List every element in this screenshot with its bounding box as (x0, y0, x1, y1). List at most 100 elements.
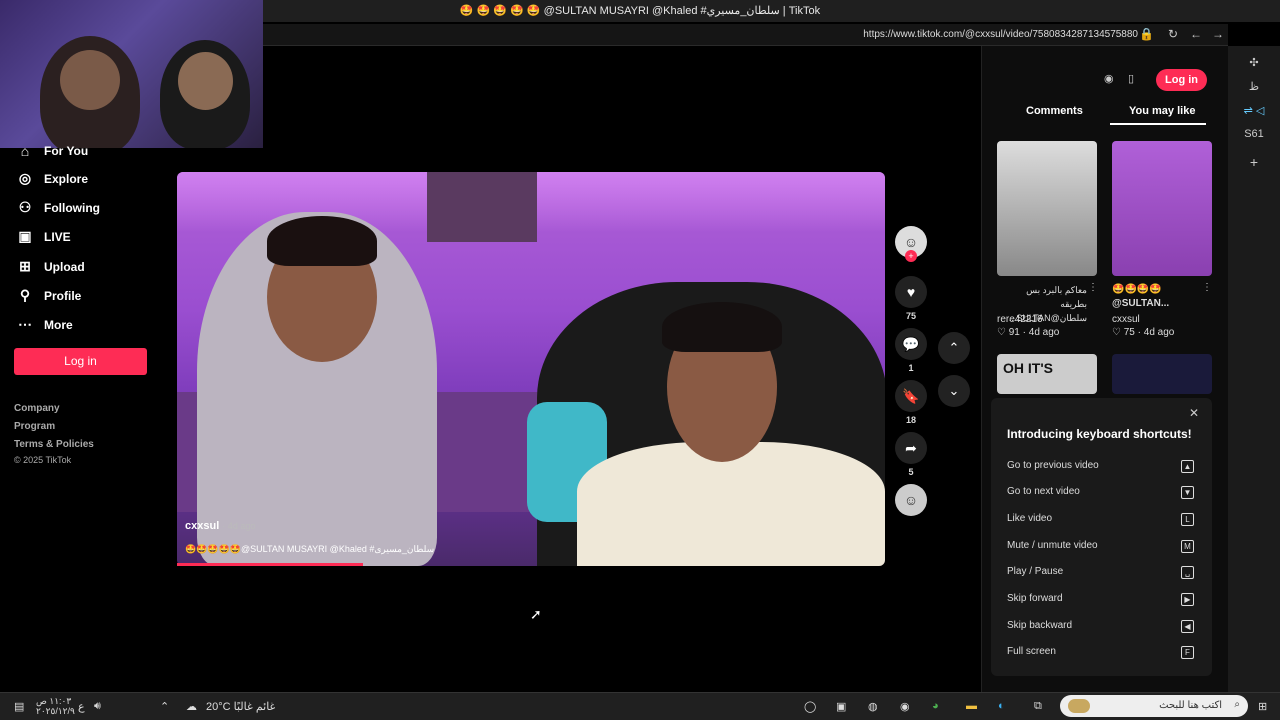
like-count: 75 (905, 311, 916, 321)
wall-shelf (427, 172, 537, 242)
more-dots-icon: ⋯ (18, 316, 32, 332)
language-indicator[interactable]: ع (78, 700, 85, 713)
nav-item-explore[interactable]: ◎ Explore (16, 170, 88, 187)
notification-icon[interactable]: ▤ (14, 700, 24, 713)
taskbar-search[interactable]: اكتب هنا للبحث ⌕ (1060, 695, 1248, 717)
share-button[interactable]: ➦ 5 (895, 432, 927, 477)
app-icon-2[interactable]: ▣ (836, 700, 846, 713)
footer-company[interactable]: Company (14, 403, 60, 414)
video-stats-2: ♡ 75 · 4d ago (1112, 327, 1175, 338)
previous-video-button[interactable]: ⌃ (938, 332, 970, 364)
shortcut-row: Like video L (1007, 513, 1194, 527)
compass-small-icon[interactable]: ◉ (1104, 72, 1114, 85)
shortcuts-title: Introducing keyboard shortcuts! (1007, 427, 1192, 441)
person-icon: ⚲ (19, 287, 31, 303)
window-title: 🤩 🤩 🤩 🤩 🤩 @SULTAN MUSAYRI @Khaled #سلطان… (459, 5, 821, 17)
shortcut-row: Skip forward ▶ (1007, 593, 1194, 607)
video-thumbnail-4[interactable] (1112, 354, 1212, 394)
app-icon-1[interactable]: ◯ (804, 700, 816, 713)
nav-item-upload[interactable]: ⊞ Upload (16, 258, 85, 275)
extensions-icon[interactable]: ✣ (1228, 56, 1280, 69)
video-thumbnail-2[interactable] (1112, 141, 1212, 276)
footer-program[interactable]: Program (14, 421, 55, 432)
live-icon: ▣ (18, 228, 32, 244)
forward-icon[interactable]: → (1212, 27, 1224, 41)
nav-item-following[interactable]: ⚇ Following (16, 199, 100, 216)
shortcut-row: Skip backward ◀ (1007, 620, 1194, 634)
start-icon[interactable]: ⊞ (1258, 700, 1267, 713)
comment-count: 1 (908, 363, 914, 373)
author-avatar[interactable]: ☺ + (895, 226, 927, 262)
phone-icon[interactable]: ▯ (1128, 72, 1134, 85)
follow-plus-icon[interactable]: + (905, 250, 917, 262)
next-video-button[interactable]: ⌄ (938, 375, 970, 407)
plus-square-icon: ⊞ (19, 258, 31, 274)
nav-item-live[interactable]: ▣ LIVE (16, 228, 70, 245)
weather-text[interactable]: 20°C غائم غالبًا (206, 700, 275, 713)
video-thumbnail-1[interactable] (997, 141, 1097, 276)
shortcut-row: Full screen F (1007, 646, 1194, 660)
shortcut-row: Go to next video ▼ (1007, 486, 1194, 500)
task-view-icon[interactable]: ⧉ (1034, 700, 1042, 713)
sidebar-label-2[interactable]: S61 (1228, 128, 1280, 140)
login-button-sidebar[interactable]: Log in (14, 348, 147, 375)
video-stats-1: ♡ 91 · 4d ago (997, 327, 1060, 338)
video-thumbnail-3[interactable]: OH IT'S (997, 354, 1097, 394)
volume-icon[interactable]: 🔊︎ (94, 700, 101, 713)
webcam-overlay (0, 0, 263, 148)
translate-icon[interactable]: ⇌ ◁ (1228, 104, 1280, 117)
footer-copyright: © 2025 TikTok (14, 455, 72, 465)
streamer-left-face (60, 50, 120, 110)
user-follow-icon: ⚇ (18, 199, 32, 215)
weather-icon: ☁ (186, 701, 197, 713)
video-progress-bar[interactable] (177, 563, 363, 566)
sidebar-label-1[interactable]: ظ (1228, 80, 1280, 93)
search-highlight-icon (1068, 699, 1090, 713)
app-icon-4[interactable]: ◉ (900, 700, 910, 713)
clock[interactable]: ١١:٠٣ ص ٢٠٢٥/١٢/٩ (36, 696, 75, 716)
file-explorer-icon[interactable]: ▬ (966, 700, 977, 712)
tab-you-may-like[interactable]: You may like (1129, 105, 1195, 117)
show-hidden-icons[interactable]: ⌃ (160, 700, 169, 713)
more-options-icon-2[interactable]: ⋮ (1202, 282, 1212, 293)
footer-terms[interactable]: Terms & Policies (14, 439, 94, 450)
chevron-up-icon: ⌃ (948, 340, 960, 355)
streamer-right-face (178, 52, 233, 110)
music-disc-icon: ☺ (895, 484, 927, 516)
share-icon: ➦ (895, 432, 927, 464)
close-icon[interactable]: ✕ (1189, 406, 1199, 420)
video-player[interactable]: cxxsul · 4d ago 🤩🤩🤩🤩🤩@SULTAN MUSAYRI @Kh… (177, 172, 885, 566)
chrome-icon[interactable]: ◕ (932, 700, 939, 712)
nav-item-more[interactable]: ⋯ More (16, 316, 73, 333)
nav-item-for-you[interactable]: ⌂ For You (16, 143, 88, 159)
mouse-cursor-icon: ➚ (530, 606, 542, 622)
person-right-hair (662, 302, 782, 352)
tab-comments[interactable]: Comments (1026, 105, 1083, 117)
edge-icon[interactable]: ◐ (998, 700, 1005, 712)
nav-item-profile[interactable]: ⚲ Profile (16, 287, 81, 304)
person-left-hair (267, 216, 377, 266)
video-author[interactable]: cxxsul · 4d ago (185, 520, 255, 532)
video-caption: 🤩🤩🤩🤩🤩@SULTAN MUSAYRI @Khaled #سلطان_مسير… (185, 544, 435, 554)
save-button[interactable]: 🔖 18 (895, 380, 927, 425)
share-count: 5 (908, 467, 914, 477)
video-title-2[interactable]: 🤩🤩🤩🤩 @SULTAN... (1112, 283, 1202, 311)
refresh-icon[interactable]: ↻ (1168, 27, 1178, 41)
comment-button[interactable]: 💬 1 (895, 328, 927, 373)
video-author-2[interactable]: cxxsul (1112, 314, 1140, 325)
address-bar[interactable]: https://www.tiktok.com/@cxxsul/video/758… (262, 24, 1228, 46)
heart-icon: ♥ (895, 276, 927, 308)
add-icon[interactable]: + (1228, 154, 1280, 170)
back-icon[interactable]: ← (1190, 27, 1202, 41)
like-button[interactable]: ♥ 75 (895, 276, 927, 321)
music-disc[interactable]: ☺ (895, 484, 927, 516)
url-text[interactable]: https://www.tiktok.com/@cxxsul/video/758… (863, 29, 1138, 40)
compass-icon: ◎ (18, 170, 32, 186)
save-count: 18 (905, 415, 916, 425)
more-options-icon-1[interactable]: ⋮ (1088, 282, 1098, 293)
search-icon: ⌕ (1234, 699, 1240, 710)
comment-icon: 💬 (895, 328, 927, 360)
login-button-header[interactable]: Log in (1156, 69, 1207, 91)
app-icon-3[interactable]: ◍ (868, 700, 878, 713)
video-author-1[interactable]: rere42216 (997, 314, 1043, 325)
